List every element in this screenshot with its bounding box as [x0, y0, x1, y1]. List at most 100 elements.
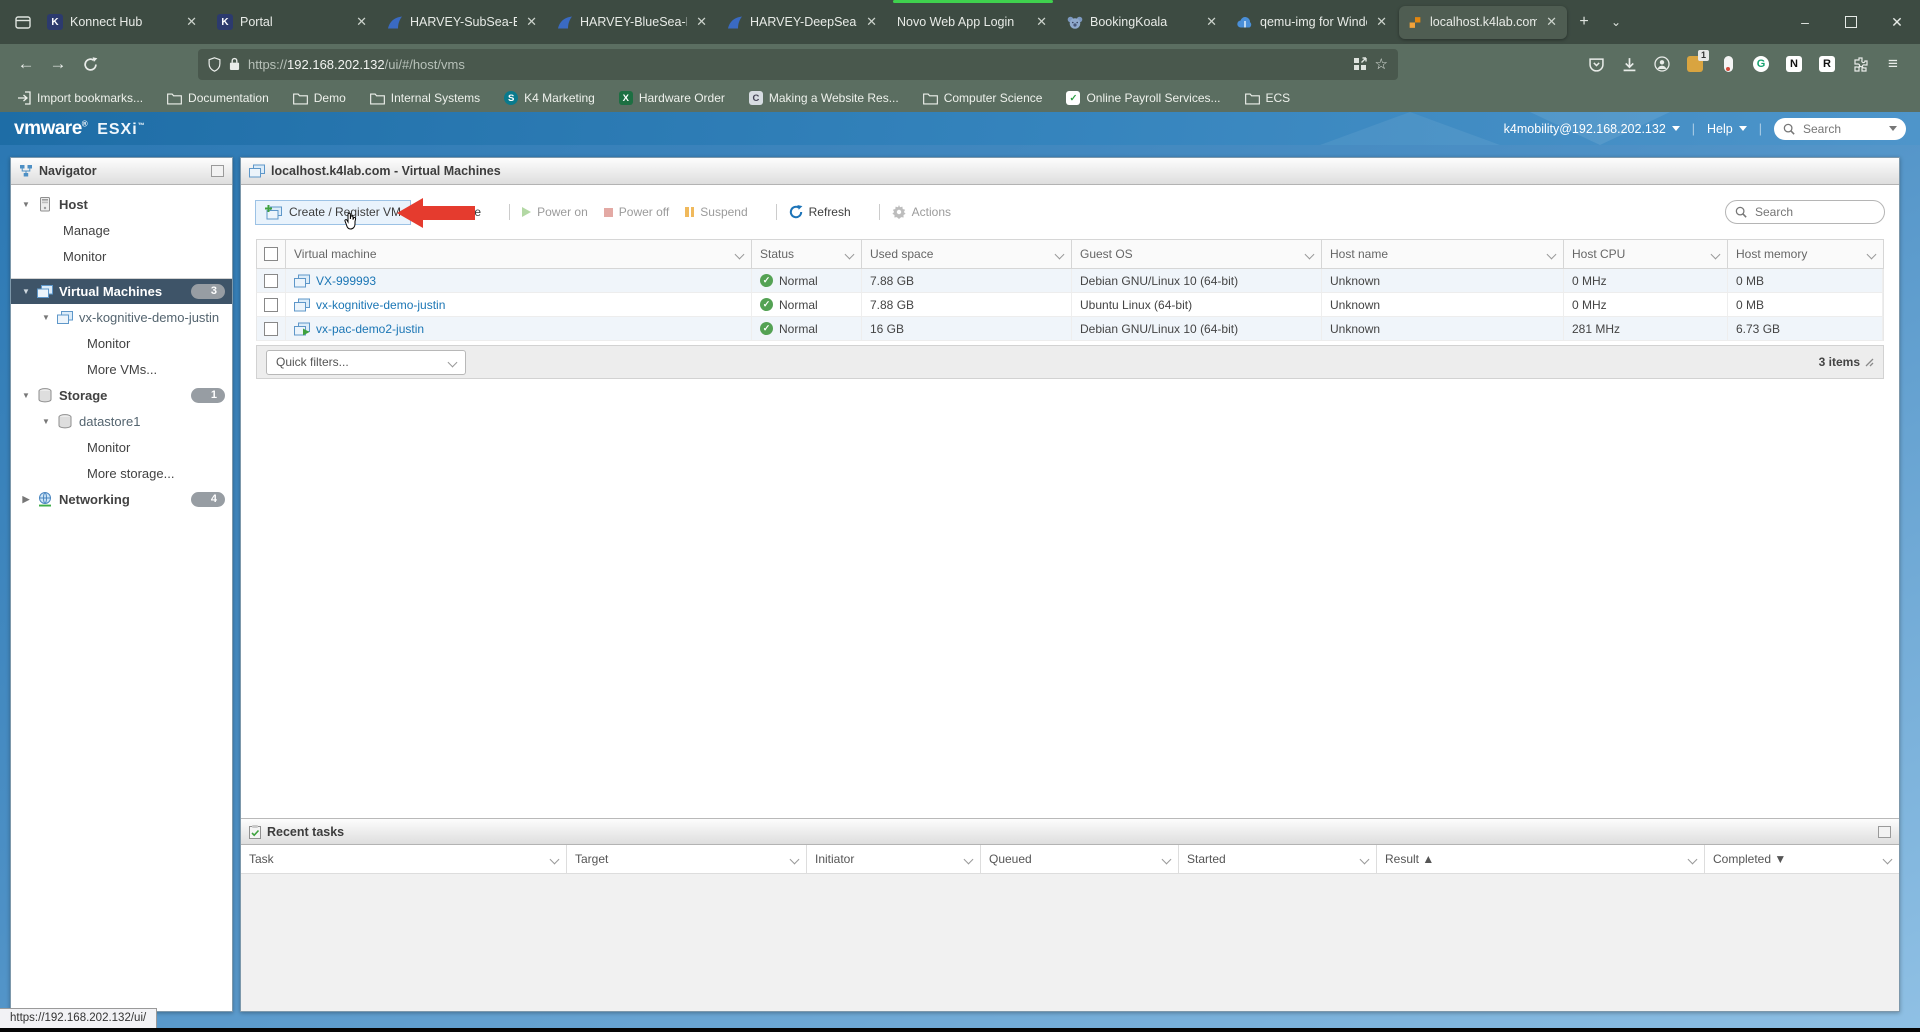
caret-expanded-icon[interactable]: ▼	[21, 200, 31, 209]
tab-portal[interactable]: K Portal ✕	[209, 6, 377, 39]
nav-item-virtual-machines[interactable]: ▼ Virtual Machines 3	[11, 278, 232, 304]
reader-icon[interactable]: R	[1818, 55, 1836, 73]
new-tab-button[interactable]: +	[1568, 6, 1600, 38]
quick-filters-dropdown[interactable]: Quick filters...	[266, 350, 466, 375]
column-host-cpu[interactable]: Host CPU	[1564, 240, 1728, 268]
power-off-button[interactable]: Power off	[604, 205, 669, 219]
column-menu-icon[interactable]	[1547, 249, 1557, 259]
firefox-view-icon[interactable]	[8, 7, 38, 37]
column-completed[interactable]: Completed ▼	[1705, 845, 1899, 873]
vm-name-link[interactable]: vx-pac-demo2-justin	[316, 322, 424, 336]
table-row[interactable]: VX-999993 ✓Normal 7.88 GB Debian GNU/Lin…	[256, 269, 1884, 293]
vm-search-input[interactable]	[1753, 204, 1875, 220]
column-menu-icon[interactable]	[964, 854, 974, 864]
create-register-vm-button[interactable]: Create / Register VM	[255, 200, 411, 225]
extension-amber-icon[interactable]: 1	[1686, 55, 1704, 73]
select-all-checkbox[interactable]	[257, 240, 286, 268]
grammarly-icon[interactable]: G	[1752, 55, 1770, 73]
resize-grip-icon[interactable]	[1865, 358, 1874, 367]
column-menu-icon[interactable]	[1867, 249, 1877, 259]
refresh-button[interactable]: Refresh	[789, 205, 851, 219]
maximize-button[interactable]	[1828, 0, 1874, 44]
caret-expanded-icon[interactable]: ▼	[41, 313, 51, 322]
column-virtual-machine[interactable]: Virtual machine	[286, 240, 752, 268]
close-icon[interactable]: ✕	[1204, 14, 1219, 30]
vm-name-link[interactable]: vx-kognitive-demo-justin	[316, 298, 445, 312]
global-search[interactable]	[1774, 118, 1906, 140]
column-menu-icon[interactable]	[1711, 249, 1721, 259]
column-result[interactable]: Result ▲	[1377, 845, 1705, 873]
table-row[interactable]: vx-pac-demo2-justin ✓Normal 16 GB Debian…	[256, 317, 1884, 341]
column-initiator[interactable]: Initiator	[807, 845, 981, 873]
url-bar[interactable]: https://192.168.202.132/ui/#/host/vms ☆	[198, 49, 1398, 80]
caret-expanded-icon[interactable]: ▼	[41, 417, 51, 426]
column-menu-icon[interactable]	[845, 249, 855, 259]
caret-collapsed-icon[interactable]: ▶	[21, 494, 31, 505]
forward-button[interactable]: →	[42, 49, 74, 79]
close-icon[interactable]: ✕	[1034, 14, 1049, 30]
nav-item-host-monitor[interactable]: Monitor	[11, 243, 232, 269]
nav-item-storage[interactable]: ▼ Storage 1	[11, 382, 232, 408]
bookmark-folder-ecs[interactable]: ECS	[1245, 91, 1291, 105]
nav-item-vm-monitor[interactable]: Monitor	[11, 330, 232, 356]
nav-item-datastore1[interactable]: ▼ datastore1	[11, 408, 232, 434]
row-checkbox[interactable]	[257, 269, 286, 292]
close-icon[interactable]: ✕	[1374, 14, 1389, 30]
tab-harvey-subsea[interactable]: HARVEY-SubSea-ES147 ✕	[379, 6, 547, 39]
close-icon[interactable]: ✕	[354, 14, 369, 30]
column-menu-icon[interactable]	[1883, 854, 1893, 864]
close-icon[interactable]: ✕	[524, 14, 539, 30]
extensions-puzzle-icon[interactable]	[1851, 55, 1869, 73]
bookmark-import[interactable]: Import bookmarks...	[16, 91, 143, 105]
close-icon[interactable]: ✕	[184, 14, 199, 30]
bookmark-star-icon[interactable]: ☆	[1375, 55, 1388, 73]
bookmark-folder-demo[interactable]: Demo	[293, 91, 346, 105]
collapse-panel-icon[interactable]	[1878, 826, 1891, 838]
global-search-input[interactable]	[1801, 121, 1883, 137]
notion-icon[interactable]: N	[1785, 55, 1803, 73]
column-host-name[interactable]: Host name	[1322, 240, 1564, 268]
column-menu-icon[interactable]	[1055, 249, 1065, 259]
tab-novo-login[interactable]: Novo Web App Login ✕	[889, 6, 1057, 39]
tab-bookingkoala[interactable]: BookingKoala ✕	[1059, 6, 1227, 39]
column-used-space[interactable]: Used space	[862, 240, 1072, 268]
close-icon[interactable]: ✕	[864, 14, 879, 30]
user-menu[interactable]: k4mobility@192.168.202.132	[1504, 122, 1680, 136]
tab-konnect-hub[interactable]: K Konnect Hub ✕	[39, 6, 207, 39]
nav-item-more-vms[interactable]: More VMs...	[11, 356, 232, 382]
tab-list-dropdown[interactable]: ⌄	[1600, 6, 1632, 38]
row-checkbox[interactable]	[257, 317, 286, 340]
vm-search[interactable]	[1725, 200, 1885, 224]
downloads-icon[interactable]	[1620, 55, 1638, 73]
tracking-shield-icon[interactable]	[208, 57, 221, 72]
close-window-button[interactable]: ✕	[1874, 0, 1920, 44]
tab-qemu-img[interactable]: qemu-img for Window ✕	[1229, 6, 1397, 39]
column-menu-icon[interactable]	[790, 854, 800, 864]
lock-icon[interactable]	[229, 57, 240, 71]
pocket-icon[interactable]	[1587, 55, 1605, 73]
nav-item-storage-monitor[interactable]: Monitor	[11, 434, 232, 460]
suspend-button[interactable]: Suspend	[685, 205, 747, 219]
url-text[interactable]: https://192.168.202.132/ui/#/host/vms	[248, 57, 465, 72]
bookmark-making-website[interactable]: CMaking a Website Res...	[749, 91, 899, 105]
column-menu-icon[interactable]	[1688, 854, 1698, 864]
caret-expanded-icon[interactable]: ▼	[21, 391, 31, 400]
nav-item-more-storage[interactable]: More storage...	[11, 460, 232, 486]
column-started[interactable]: Started	[1179, 845, 1377, 873]
reload-button[interactable]	[74, 49, 106, 79]
column-menu-icon[interactable]	[1162, 854, 1172, 864]
row-checkbox[interactable]	[257, 293, 286, 316]
nav-item-host[interactable]: ▼ Host	[11, 191, 232, 217]
bookmark-hardware-order[interactable]: XHardware Order	[619, 91, 725, 105]
bookmark-online-payroll[interactable]: ✓Online Payroll Services...	[1066, 91, 1220, 105]
column-menu-icon[interactable]	[735, 249, 745, 259]
extension-pill-icon[interactable]	[1719, 55, 1737, 73]
column-host-memory[interactable]: Host memory	[1728, 240, 1883, 268]
bookmark-folder-computer-science[interactable]: Computer Science	[923, 91, 1043, 105]
tab-harvey-bluesea[interactable]: HARVEY-BlueSea-ES12 ✕	[549, 6, 717, 39]
tab-localhost-k4lab[interactable]: localhost.k4lab.com - V ✕	[1399, 6, 1567, 39]
chevron-down-icon[interactable]	[1889, 126, 1897, 131]
close-icon[interactable]: ✕	[694, 14, 709, 30]
vm-name-link[interactable]: VX-999993	[316, 274, 376, 288]
column-menu-icon[interactable]	[550, 854, 560, 864]
